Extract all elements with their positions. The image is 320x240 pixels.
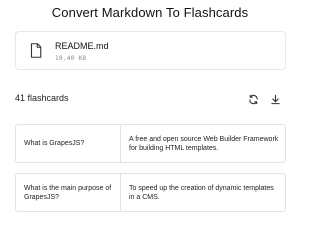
page-title: Convert Markdown To Flashcards <box>51 5 249 20</box>
flashcard-question: What is GrapesJS? <box>16 125 121 162</box>
flashcard-answer: To speed up the creation of dynamic temp… <box>129 184 274 201</box>
download-button[interactable] <box>268 92 282 106</box>
flashcard[interactable]: What is GrapesJS? A free and open source… <box>15 124 286 163</box>
file-name: README.md <box>55 41 109 51</box>
flashcard-answer: A free and open source Web Builder Frame… <box>129 135 279 152</box>
file-icon <box>30 43 42 58</box>
flashcard[interactable]: What is the main purpose of GrapesJS? To… <box>15 173 286 212</box>
refresh-button[interactable] <box>246 92 260 106</box>
flashcard-question: What is the main purpose of GrapesJS? <box>16 174 121 211</box>
refresh-icon <box>248 94 258 104</box>
file-card[interactable]: README.md 10.40 KB <box>15 31 286 70</box>
flashcard-count: 41 flashcards <box>15 93 69 103</box>
download-icon <box>270 94 280 104</box>
file-size: 10.40 KB <box>55 55 87 62</box>
